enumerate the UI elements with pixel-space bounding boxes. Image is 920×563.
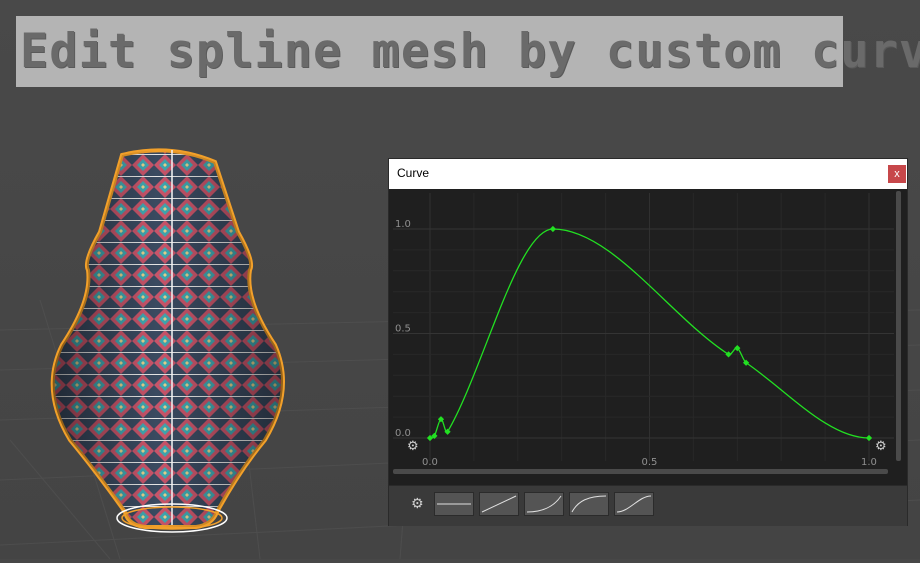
y-axis-labels: 1.0 0.5 0.0 bbox=[395, 219, 411, 439]
preset-gear-icon[interactable]: ⚙ bbox=[411, 495, 429, 513]
preset-ease-in-out[interactable] bbox=[614, 492, 654, 516]
x-tick-label: 1.0 bbox=[861, 457, 877, 468]
curve-key-point[interactable] bbox=[549, 225, 557, 233]
x-tick-label: 0.0 bbox=[422, 457, 438, 468]
curve-key-point[interactable] bbox=[865, 434, 873, 442]
vertical-scrollbar[interactable] bbox=[896, 191, 901, 461]
curve-editor-window[interactable]: Curve x 1.0 0.5 0.0 0.0 0.5 1.0 ⚙ ⚙ ⚙ bbox=[389, 159, 907, 526]
preset-flat[interactable] bbox=[434, 492, 474, 516]
viewport-3d[interactable]: Edit spline mesh by custom curve Curve x… bbox=[0, 0, 920, 560]
window-title: Curve bbox=[397, 166, 430, 180]
y-tick-label: 0.5 bbox=[395, 324, 411, 335]
x-tick-label: 0.5 bbox=[642, 457, 658, 468]
preset-ease-in[interactable] bbox=[524, 492, 564, 516]
y-tick-label: 1.0 bbox=[395, 219, 411, 230]
close-button[interactable]: x bbox=[888, 165, 906, 183]
preset-linear[interactable] bbox=[479, 492, 519, 516]
banner-text: Edit spline mesh by custom curve bbox=[20, 24, 920, 79]
left-gear-icon[interactable]: ⚙ bbox=[407, 439, 419, 454]
preset-bar: ⚙ bbox=[389, 485, 907, 526]
preset-ease-out[interactable] bbox=[569, 492, 609, 516]
y-tick-label: 0.0 bbox=[395, 428, 411, 439]
curve-graph-area[interactable]: 1.0 0.5 0.0 0.0 0.5 1.0 ⚙ ⚙ bbox=[389, 189, 907, 485]
graph-grid bbox=[393, 193, 894, 461]
horizontal-scrollbar[interactable] bbox=[393, 469, 888, 474]
window-titlebar[interactable]: Curve x bbox=[389, 159, 907, 189]
right-gear-icon[interactable]: ⚙ bbox=[875, 439, 887, 454]
x-axis-labels: 0.0 0.5 1.0 bbox=[422, 457, 877, 468]
title-banner: Edit spline mesh by custom curve bbox=[16, 16, 920, 87]
